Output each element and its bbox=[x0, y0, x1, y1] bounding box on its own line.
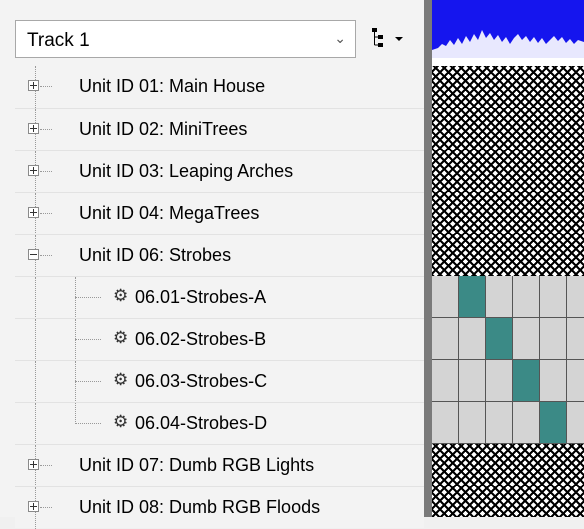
sequence-grid[interactable] bbox=[432, 0, 584, 517]
track-selector[interactable]: Track 1 ⌄ bbox=[15, 20, 356, 58]
expand-icon[interactable] bbox=[28, 207, 39, 218]
grid-row-strobes-d[interactable] bbox=[432, 402, 584, 444]
grid-cell[interactable] bbox=[432, 360, 459, 402]
caret-down-icon bbox=[395, 37, 403, 41]
tree-item-unit-04[interactable]: Unit ID 04: MegaTrees bbox=[15, 192, 424, 235]
gear-icon: ⚙ bbox=[113, 328, 129, 347]
expand-icon[interactable] bbox=[28, 123, 39, 134]
gear-icon: ⚙ bbox=[113, 412, 129, 431]
grid-cell[interactable] bbox=[459, 360, 486, 402]
tree-child-label: 06.04-Strobes-D bbox=[135, 413, 268, 433]
tree-item-label: Unit ID 07: Dumb RGB Lights bbox=[79, 455, 315, 475]
tree-child-label: 06.01-Strobes-A bbox=[135, 287, 267, 307]
grid-row-strobes-b[interactable] bbox=[432, 318, 584, 360]
grid-cell[interactable] bbox=[567, 318, 584, 360]
tree-item-unit-02[interactable]: Unit ID 02: MiniTrees bbox=[15, 108, 424, 151]
grid-row-unit-08[interactable] bbox=[432, 486, 584, 517]
grid-cell[interactable] bbox=[486, 318, 513, 360]
grid-cell[interactable] bbox=[540, 402, 567, 444]
channel-tree: Unit ID 01: Main House Unit ID 02: MiniT… bbox=[15, 66, 424, 529]
expand-icon[interactable] bbox=[28, 459, 39, 470]
grid-row-strobes-a[interactable] bbox=[432, 276, 584, 318]
track-selector-value: Track 1 bbox=[27, 30, 90, 51]
grid-cell[interactable] bbox=[486, 276, 513, 318]
tree-item-unit-08[interactable]: Unit ID 08: Dumb RGB Floods bbox=[15, 486, 424, 529]
grid-cell[interactable] bbox=[486, 402, 513, 444]
expand-icon[interactable] bbox=[28, 165, 39, 176]
grid-cell[interactable] bbox=[567, 402, 584, 444]
tree-item-label: Unit ID 03: Leaping Arches bbox=[79, 161, 294, 181]
tree-item-label: Unit ID 06: Strobes bbox=[79, 245, 232, 265]
grid-cell[interactable] bbox=[567, 276, 584, 318]
grid-cell[interactable] bbox=[432, 318, 459, 360]
grid-cell[interactable] bbox=[540, 318, 567, 360]
tree-item-unit-01[interactable]: Unit ID 01: Main House bbox=[15, 66, 424, 108]
tree-item-label: Unit ID 04: MegaTrees bbox=[79, 203, 260, 223]
grid-cell[interactable] bbox=[459, 402, 486, 444]
grid-row-unit-04[interactable] bbox=[432, 192, 584, 234]
grid-cell[interactable] bbox=[459, 318, 486, 360]
grid-row-unit-01[interactable] bbox=[432, 66, 584, 108]
tree-child-label: 06.03-Strobes-C bbox=[135, 371, 268, 391]
grid-cell[interactable] bbox=[513, 360, 540, 402]
grid-cell[interactable] bbox=[540, 276, 567, 318]
grid-cell[interactable] bbox=[513, 402, 540, 444]
tree-child-strobes-b[interactable]: ⚙ 06.02-Strobes-B bbox=[15, 318, 424, 361]
tree-item-unit-07[interactable]: Unit ID 07: Dumb RGB Lights bbox=[15, 444, 424, 487]
expand-icon[interactable] bbox=[28, 501, 39, 512]
tree-hierarchy-icon[interactable] bbox=[366, 24, 412, 52]
tree-item-label: Unit ID 08: Dumb RGB Floods bbox=[79, 497, 321, 517]
grid-row-unit-02[interactable] bbox=[432, 108, 584, 150]
panel-splitter[interactable] bbox=[424, 0, 432, 517]
tree-child-strobes-a[interactable]: ⚙ 06.01-Strobes-A bbox=[15, 276, 424, 319]
grid-cell[interactable] bbox=[432, 276, 459, 318]
grid-cell[interactable] bbox=[459, 276, 486, 318]
grid-cell[interactable] bbox=[513, 318, 540, 360]
gear-icon: ⚙ bbox=[113, 370, 129, 389]
grid-row-unit-06[interactable] bbox=[432, 234, 584, 276]
chevron-down-icon[interactable]: ⌄ bbox=[334, 30, 346, 47]
channel-panel: Track 1 ⌄ Unit ID 01: Main House Unit ID… bbox=[0, 0, 424, 529]
tree-child-strobes-c[interactable]: ⚙ 06.03-Strobes-C bbox=[15, 360, 424, 403]
grid-cell[interactable] bbox=[513, 276, 540, 318]
collapse-icon[interactable] bbox=[28, 249, 39, 260]
waveform[interactable] bbox=[432, 0, 584, 58]
grid-row-unit-03[interactable] bbox=[432, 150, 584, 192]
tree-options-button[interactable] bbox=[366, 24, 412, 52]
tree-item-label: Unit ID 02: MiniTrees bbox=[79, 119, 248, 139]
tree-item-unit-06[interactable]: Unit ID 06: Strobes bbox=[15, 234, 424, 277]
grid-cell[interactable] bbox=[432, 402, 459, 444]
expand-icon[interactable] bbox=[28, 80, 39, 91]
grid-row-strobes-c[interactable] bbox=[432, 360, 584, 402]
gear-icon: ⚙ bbox=[113, 286, 129, 305]
tree-child-strobes-d[interactable]: ⚙ 06.04-Strobes-D bbox=[15, 402, 424, 445]
grid-cell[interactable] bbox=[486, 360, 513, 402]
grid-cell[interactable] bbox=[540, 360, 567, 402]
tree-item-label: Unit ID 01: Main House bbox=[79, 76, 266, 96]
tree-item-unit-03[interactable]: Unit ID 03: Leaping Arches bbox=[15, 150, 424, 193]
tree-child-label: 06.02-Strobes-B bbox=[135, 329, 267, 349]
grid-cell[interactable] bbox=[567, 360, 584, 402]
grid-row-unit-07[interactable] bbox=[432, 444, 584, 486]
